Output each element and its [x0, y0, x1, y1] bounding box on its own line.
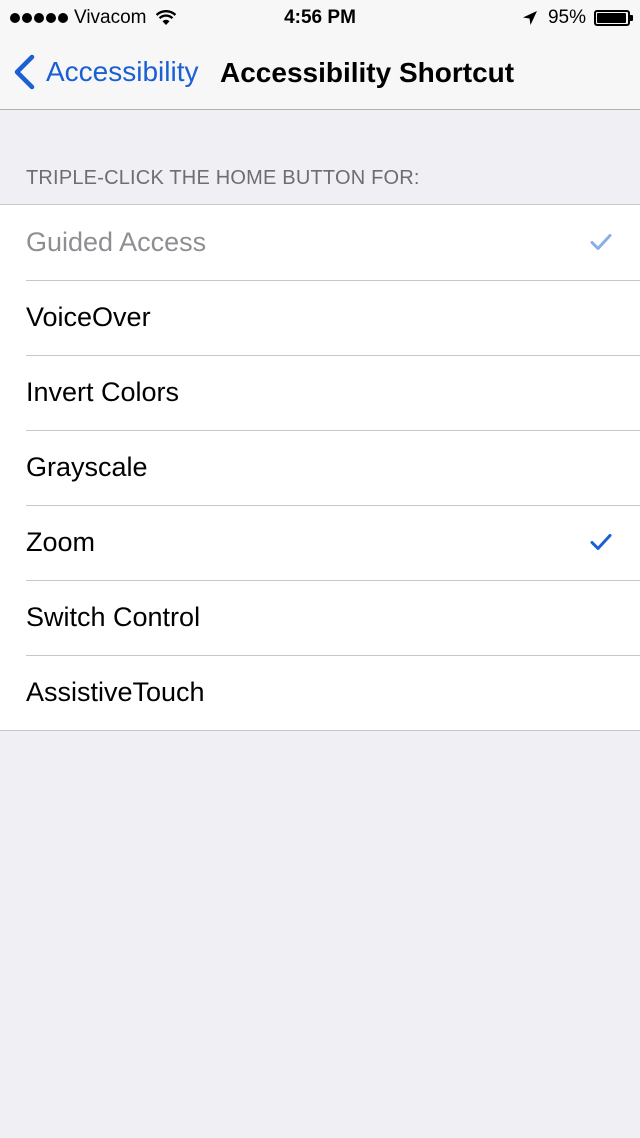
location-arrow-icon [522, 11, 537, 25]
option-label: Guided Access [26, 227, 207, 257]
option-label: Grayscale [26, 452, 148, 482]
option-assistivetouch[interactable]: AssistiveTouch [0, 655, 640, 730]
section-header: TRIPLE-CLICK THE HOME BUTTON FOR: [26, 167, 420, 189]
battery-fill [597, 13, 626, 23]
status-bar: Vivacom 4:56 PM 95% [0, 0, 640, 36]
status-right: 95% [522, 7, 633, 29]
option-zoom[interactable]: Zoom [0, 505, 640, 580]
back-button-label: Accessibility [46, 56, 199, 87]
navigation-bar: Accessibility Accessibility Shortcut [0, 36, 640, 110]
battery-percent: 95% [547, 7, 586, 28]
shortcut-options-list: Guided Access VoiceOver Invert Colors Gr… [0, 204, 640, 731]
option-grayscale[interactable]: Grayscale [0, 430, 640, 505]
chevron-left-icon [14, 54, 35, 90]
option-label: Zoom [26, 527, 96, 557]
option-label: VoiceOver [26, 302, 151, 332]
checkmark-icon [590, 234, 612, 250]
option-guided-access[interactable]: Guided Access [0, 205, 640, 280]
option-voiceover[interactable]: VoiceOver [0, 280, 640, 355]
option-switch-control[interactable]: Switch Control [0, 580, 640, 655]
option-label: Invert Colors [26, 377, 180, 407]
checkmark-icon [590, 534, 612, 550]
option-label: Switch Control [26, 602, 201, 632]
back-button[interactable]: Accessibility [12, 54, 198, 90]
option-invert-colors[interactable]: Invert Colors [0, 355, 640, 430]
battery-icon [594, 10, 633, 26]
option-label: AssistiveTouch [26, 677, 205, 707]
page-title: Accessibility Shortcut [220, 57, 515, 88]
